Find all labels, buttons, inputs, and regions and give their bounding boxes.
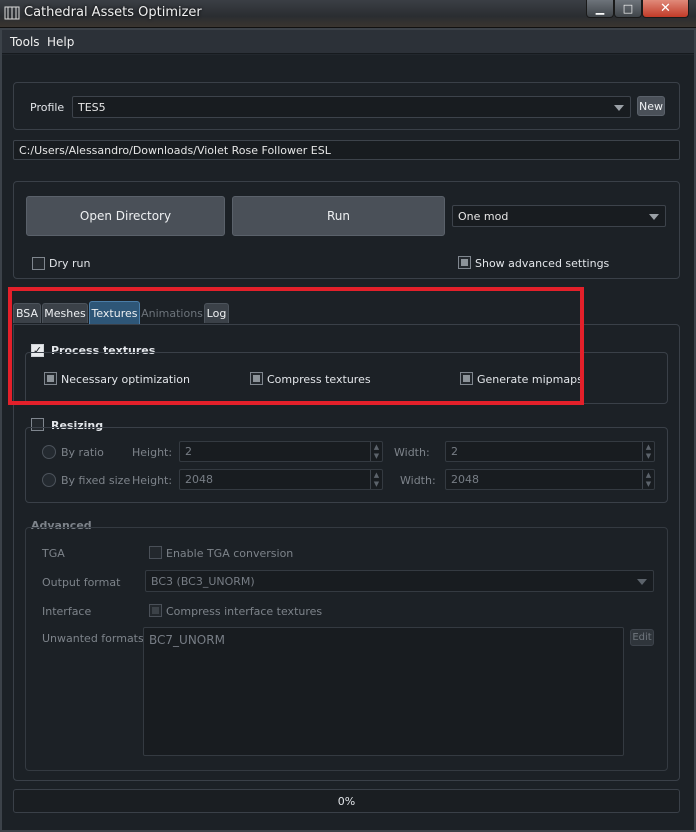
ratio-width-label: Width:	[394, 446, 430, 459]
window-title: Cathedral Assets Optimizer	[24, 5, 202, 20]
run-label: Run	[326, 209, 350, 223]
path-value: C:/Users/Alessandro/Downloads/Violet Ros…	[19, 143, 331, 157]
spin-down-icon[interactable]: ▼	[643, 480, 654, 490]
fixed-width-spinner[interactable]: ▲ ▼	[642, 470, 654, 489]
by-ratio-label: By ratio	[61, 446, 104, 459]
check-fill-icon	[152, 607, 159, 614]
check-fill-icon	[461, 259, 468, 266]
tab-meshes[interactable]: Meshes	[42, 303, 88, 323]
tab-bsa[interactable]: BSA	[13, 303, 41, 323]
tab-meshes-label: Meshes	[44, 307, 86, 320]
profile-select[interactable]: TES5	[72, 96, 631, 118]
ratio-width-spinner[interactable]: ▲ ▼	[642, 442, 654, 461]
ratio-width-value: 2	[451, 445, 458, 458]
progress-bar: 0%	[13, 789, 680, 813]
spin-up-icon[interactable]: ▲	[643, 442, 654, 452]
run-button[interactable]: Run	[232, 196, 445, 236]
ratio-height-input[interactable]: 2 ▲ ▼	[179, 441, 383, 462]
unwanted-formats-list[interactable]: BC7_UNORM	[143, 627, 624, 756]
mode-value: One mod	[458, 209, 509, 223]
menu-bar: Tools Help	[2, 30, 694, 54]
profile-value: TES5	[78, 100, 106, 114]
new-profile-label: New	[639, 99, 663, 113]
path-input[interactable]: C:/Users/Alessandro/Downloads/Violet Ros…	[13, 140, 680, 160]
open-directory-button[interactable]: Open Directory	[26, 196, 225, 236]
interface-label: Interface	[42, 605, 92, 618]
fixed-width-value: 2048	[451, 473, 479, 486]
ratio-height-label: Height:	[132, 446, 173, 459]
output-format-label: Output format	[42, 576, 121, 589]
chevron-down-icon	[649, 214, 659, 220]
by-ratio-radio[interactable]	[42, 445, 56, 459]
chevron-down-icon	[637, 579, 647, 585]
check-fill-icon	[253, 375, 260, 382]
dry-run-label: Dry run	[49, 257, 91, 270]
by-fixed-size-label: By fixed size	[61, 474, 131, 487]
tga-checkbox[interactable]	[149, 546, 162, 559]
profile-label: Profile	[30, 101, 65, 114]
minimize-icon: ▁	[595, 2, 605, 15]
list-item: BC7_UNORM	[149, 633, 225, 647]
ratio-height-value: 2	[185, 445, 192, 458]
spin-down-icon[interactable]: ▼	[643, 452, 654, 462]
tab-textures-label: Textures	[91, 306, 138, 320]
ratio-height-spinner[interactable]: ▲ ▼	[370, 442, 382, 461]
tga-option-label: Enable TGA conversion	[166, 547, 294, 560]
spin-up-icon[interactable]: ▲	[371, 442, 382, 452]
chevron-down-icon	[614, 105, 624, 111]
dry-run-checkbox[interactable]	[32, 257, 45, 270]
menu-tools[interactable]: Tools	[10, 35, 40, 49]
necessary-optimization-label: Necessary optimization	[61, 373, 190, 386]
ratio-width-input[interactable]: 2 ▲ ▼	[445, 441, 655, 462]
close-icon: ✕	[660, 1, 671, 16]
unwanted-formats-label: Unwanted formats	[42, 632, 144, 645]
compress-textures-label: Compress textures	[267, 373, 371, 386]
tab-textures[interactable]: Textures	[89, 301, 140, 324]
show-advanced-label: Show advanced settings	[475, 257, 610, 270]
output-format-select[interactable]: BC3 (BC3_UNORM)	[145, 570, 654, 592]
compress-textures-checkbox[interactable]	[250, 372, 263, 385]
spin-down-icon[interactable]: ▼	[371, 452, 382, 462]
fixed-height-label: Height:	[132, 474, 173, 487]
mode-select[interactable]: One mod	[452, 205, 666, 227]
show-advanced-checkbox[interactable]	[458, 256, 471, 269]
generate-mipmaps-label: Generate mipmaps	[477, 373, 583, 386]
fixed-height-spinner[interactable]: ▲ ▼	[370, 470, 382, 489]
edit-label: Edit	[632, 632, 652, 643]
maximize-icon: □	[622, 2, 634, 15]
necessary-optimization-checkbox[interactable]	[44, 372, 57, 385]
by-fixed-size-radio[interactable]	[42, 473, 56, 487]
progress-text: 0%	[337, 794, 356, 808]
open-directory-label: Open Directory	[79, 209, 172, 223]
interface-checkbox[interactable]	[149, 604, 162, 617]
interface-option-label: Compress interface textures	[166, 605, 323, 618]
tab-bsa-label: BSA	[15, 307, 39, 320]
resizing-group	[25, 427, 668, 503]
edit-button[interactable]: Edit	[630, 629, 654, 646]
check-fill-icon	[463, 375, 470, 382]
fixed-height-input[interactable]: 2048 ▲ ▼	[179, 469, 383, 490]
maximize-button[interactable]: □	[614, 0, 642, 18]
close-button[interactable]: ✕	[642, 0, 689, 18]
tab-animations-label: Animations	[141, 307, 203, 320]
spin-up-icon[interactable]: ▲	[643, 470, 654, 480]
check-fill-icon	[47, 375, 54, 382]
tab-log[interactable]: Log	[204, 303, 229, 323]
fixed-height-value: 2048	[185, 473, 213, 486]
tga-label: TGA	[42, 547, 65, 560]
spin-down-icon[interactable]: ▼	[371, 480, 382, 490]
fixed-width-label: Width:	[400, 474, 436, 487]
output-format-value: BC3 (BC3_UNORM)	[151, 574, 255, 588]
fixed-width-input[interactable]: 2048 ▲ ▼	[445, 469, 655, 490]
menu-help[interactable]: Help	[47, 35, 74, 49]
spin-up-icon[interactable]: ▲	[371, 470, 382, 480]
minimize-button[interactable]: ▁	[586, 0, 614, 18]
generate-mipmaps-checkbox[interactable]	[460, 372, 473, 385]
tab-log-label: Log	[206, 307, 227, 320]
tab-animations[interactable]: Animations	[141, 303, 203, 323]
app-icon	[4, 6, 20, 20]
new-profile-button[interactable]: New	[637, 96, 665, 116]
